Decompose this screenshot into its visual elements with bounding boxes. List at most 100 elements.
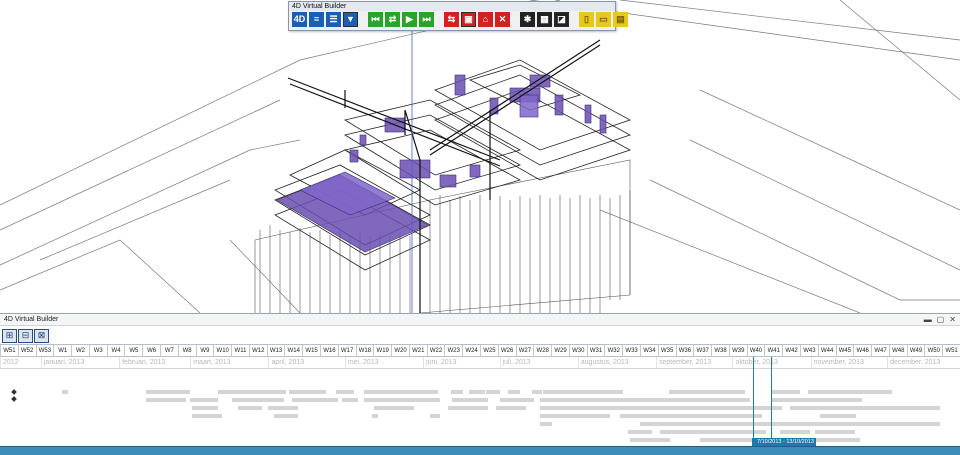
- week-label: W15: [302, 345, 320, 357]
- week-label: W36: [675, 345, 694, 357]
- gantt-view-icon[interactable]: ≡: [309, 12, 324, 27]
- zoom-out-icon[interactable]: ⊠: [34, 328, 49, 343]
- task-bar[interactable]: [772, 398, 862, 402]
- milestone-diamond[interactable]: [11, 389, 17, 395]
- task-bar[interactable]: [430, 414, 440, 418]
- task-bar[interactable]: [508, 390, 520, 394]
- task-bar[interactable]: [628, 430, 652, 434]
- task-bar[interactable]: [540, 414, 580, 418]
- camera-icon[interactable]: ◪: [554, 12, 569, 27]
- task-bar[interactable]: [830, 422, 940, 426]
- timeline-toolbar: ⊞ ⊟ ⊠: [0, 327, 960, 344]
- select-elements-icon[interactable]: ▣: [461, 12, 476, 27]
- settings-icon[interactable]: ✱: [520, 12, 535, 27]
- task-bar[interactable]: [705, 390, 745, 394]
- 3d-viewport[interactable]: 4D Virtual Builder 4D ≡ ☰ ▼ ⏮ ⇄ ▶ ⏭ ⇆ ▣ ⌂ ✕ ✱ ▦ ◪ ▯ ▭ ▤: [0, 0, 960, 313]
- task-bar[interactable]: [520, 398, 534, 402]
- task-bar[interactable]: [448, 406, 468, 410]
- task-bar[interactable]: [218, 390, 264, 394]
- task-bar[interactable]: [190, 398, 218, 402]
- calendar-icon[interactable]: ▦: [537, 12, 552, 27]
- task-bar[interactable]: [790, 406, 940, 410]
- week-label: W19: [373, 345, 391, 357]
- task-bar[interactable]: [808, 390, 892, 394]
- task-bar[interactable]: [274, 414, 298, 418]
- task-bar[interactable]: [146, 398, 186, 402]
- skip-to-end-icon[interactable]: ⏭: [419, 12, 434, 27]
- week-label: W49: [906, 345, 925, 357]
- floating-toolbar: 4D Virtual Builder 4D ≡ ☰ ▼ ⏮ ⇄ ▶ ⏭ ⇆ ▣ ⌂ ✕ ✱ ▦ ◪ ▯ ▭ ▤: [288, 1, 628, 31]
- month-label: maart, 2013: [190, 357, 268, 368]
- task-bar[interactable]: [432, 390, 438, 394]
- task-bar[interactable]: [452, 398, 488, 402]
- week-label: W39: [728, 345, 747, 357]
- timeline-panel: 4D Virtual Builder ▬ ▢ ✕ ⊞ ⊟ ⊠ W51 W52 W53 W1…: [0, 313, 960, 455]
- loop-icon[interactable]: ⇄: [385, 12, 400, 27]
- week-label: W33: [622, 345, 640, 357]
- task-bar[interactable]: [292, 398, 338, 402]
- task-bar[interactable]: [451, 390, 463, 394]
- new-file-icon[interactable]: ▯: [579, 12, 594, 27]
- task-bar[interactable]: [580, 414, 610, 418]
- task-bar[interactable]: [342, 398, 358, 402]
- week-label: W31: [586, 345, 605, 357]
- task-bar[interactable]: [374, 406, 414, 410]
- task-bar[interactable]: [310, 390, 326, 394]
- current-week-marker[interactable]: [752, 357, 773, 449]
- minimize-icon[interactable]: ▬: [924, 314, 932, 326]
- restore-icon[interactable]: ▢: [937, 314, 945, 326]
- skip-to-start-icon[interactable]: ⏮: [368, 12, 383, 27]
- week-label: W46: [853, 345, 871, 357]
- task-bar[interactable]: [532, 390, 542, 394]
- milestone-diamond[interactable]: [11, 396, 17, 402]
- task-bar[interactable]: [630, 438, 670, 442]
- task-bar[interactable]: [262, 390, 286, 394]
- task-bar[interactable]: [820, 414, 856, 418]
- week-label: W27: [515, 345, 534, 357]
- task-bar[interactable]: [336, 390, 354, 394]
- task-bar[interactable]: [469, 390, 485, 394]
- task-bar[interactable]: [268, 406, 298, 410]
- zoom-in-icon[interactable]: ⊟: [18, 328, 33, 343]
- task-bar[interactable]: [700, 430, 740, 434]
- task-bar[interactable]: [815, 430, 855, 434]
- week-label: W53: [35, 345, 54, 357]
- task-bar[interactable]: [168, 390, 188, 394]
- 4d-mode-icon[interactable]: 4D: [292, 12, 307, 27]
- save-file-icon[interactable]: ▤: [613, 12, 628, 27]
- week-label: W12: [248, 345, 267, 357]
- week-label: W34: [640, 345, 658, 357]
- home-view-icon[interactable]: ⌂: [478, 12, 493, 27]
- task-bar[interactable]: [192, 414, 222, 418]
- task-bar[interactable]: [468, 406, 488, 410]
- task-bar[interactable]: [662, 414, 762, 418]
- list-view-icon[interactable]: ☰: [326, 12, 341, 27]
- gantt-area[interactable]: [0, 369, 960, 447]
- task-bar[interactable]: [780, 430, 810, 434]
- task-bar[interactable]: [496, 406, 526, 410]
- remove-link-icon[interactable]: ✕: [495, 12, 510, 27]
- task-bar[interactable]: [238, 406, 262, 410]
- week-label: W35: [657, 345, 676, 357]
- week-label: W30: [568, 345, 587, 357]
- task-bar[interactable]: [562, 390, 622, 394]
- task-bar[interactable]: [372, 414, 378, 418]
- task-bar[interactable]: [62, 390, 68, 394]
- task-bar[interactable]: [600, 398, 750, 402]
- task-bar[interactable]: [192, 406, 218, 410]
- zoom-fit-icon[interactable]: ⊞: [2, 328, 17, 343]
- task-bar[interactable]: [410, 398, 440, 402]
- close-icon[interactable]: ✕: [949, 314, 956, 326]
- task-bar[interactable]: [258, 398, 284, 402]
- week-header: W51 W52 W53 W1 W2 W3 W4 W5 W6 W7 W8 W9 W10 W11 W12 W13 W…: [0, 344, 960, 357]
- task-bar[interactable]: [540, 422, 552, 426]
- task-bar[interactable]: [772, 390, 800, 394]
- open-file-icon[interactable]: ▭: [596, 12, 611, 27]
- task-bar[interactable]: [640, 422, 690, 426]
- task-bar[interactable]: [486, 390, 500, 394]
- month-label: november, 2013: [810, 357, 887, 368]
- play-icon[interactable]: ▶: [402, 12, 417, 27]
- task-link-icon[interactable]: ⇆: [444, 12, 459, 27]
- task-bar[interactable]: [700, 438, 760, 442]
- filter-icon[interactable]: ▼: [343, 12, 358, 27]
